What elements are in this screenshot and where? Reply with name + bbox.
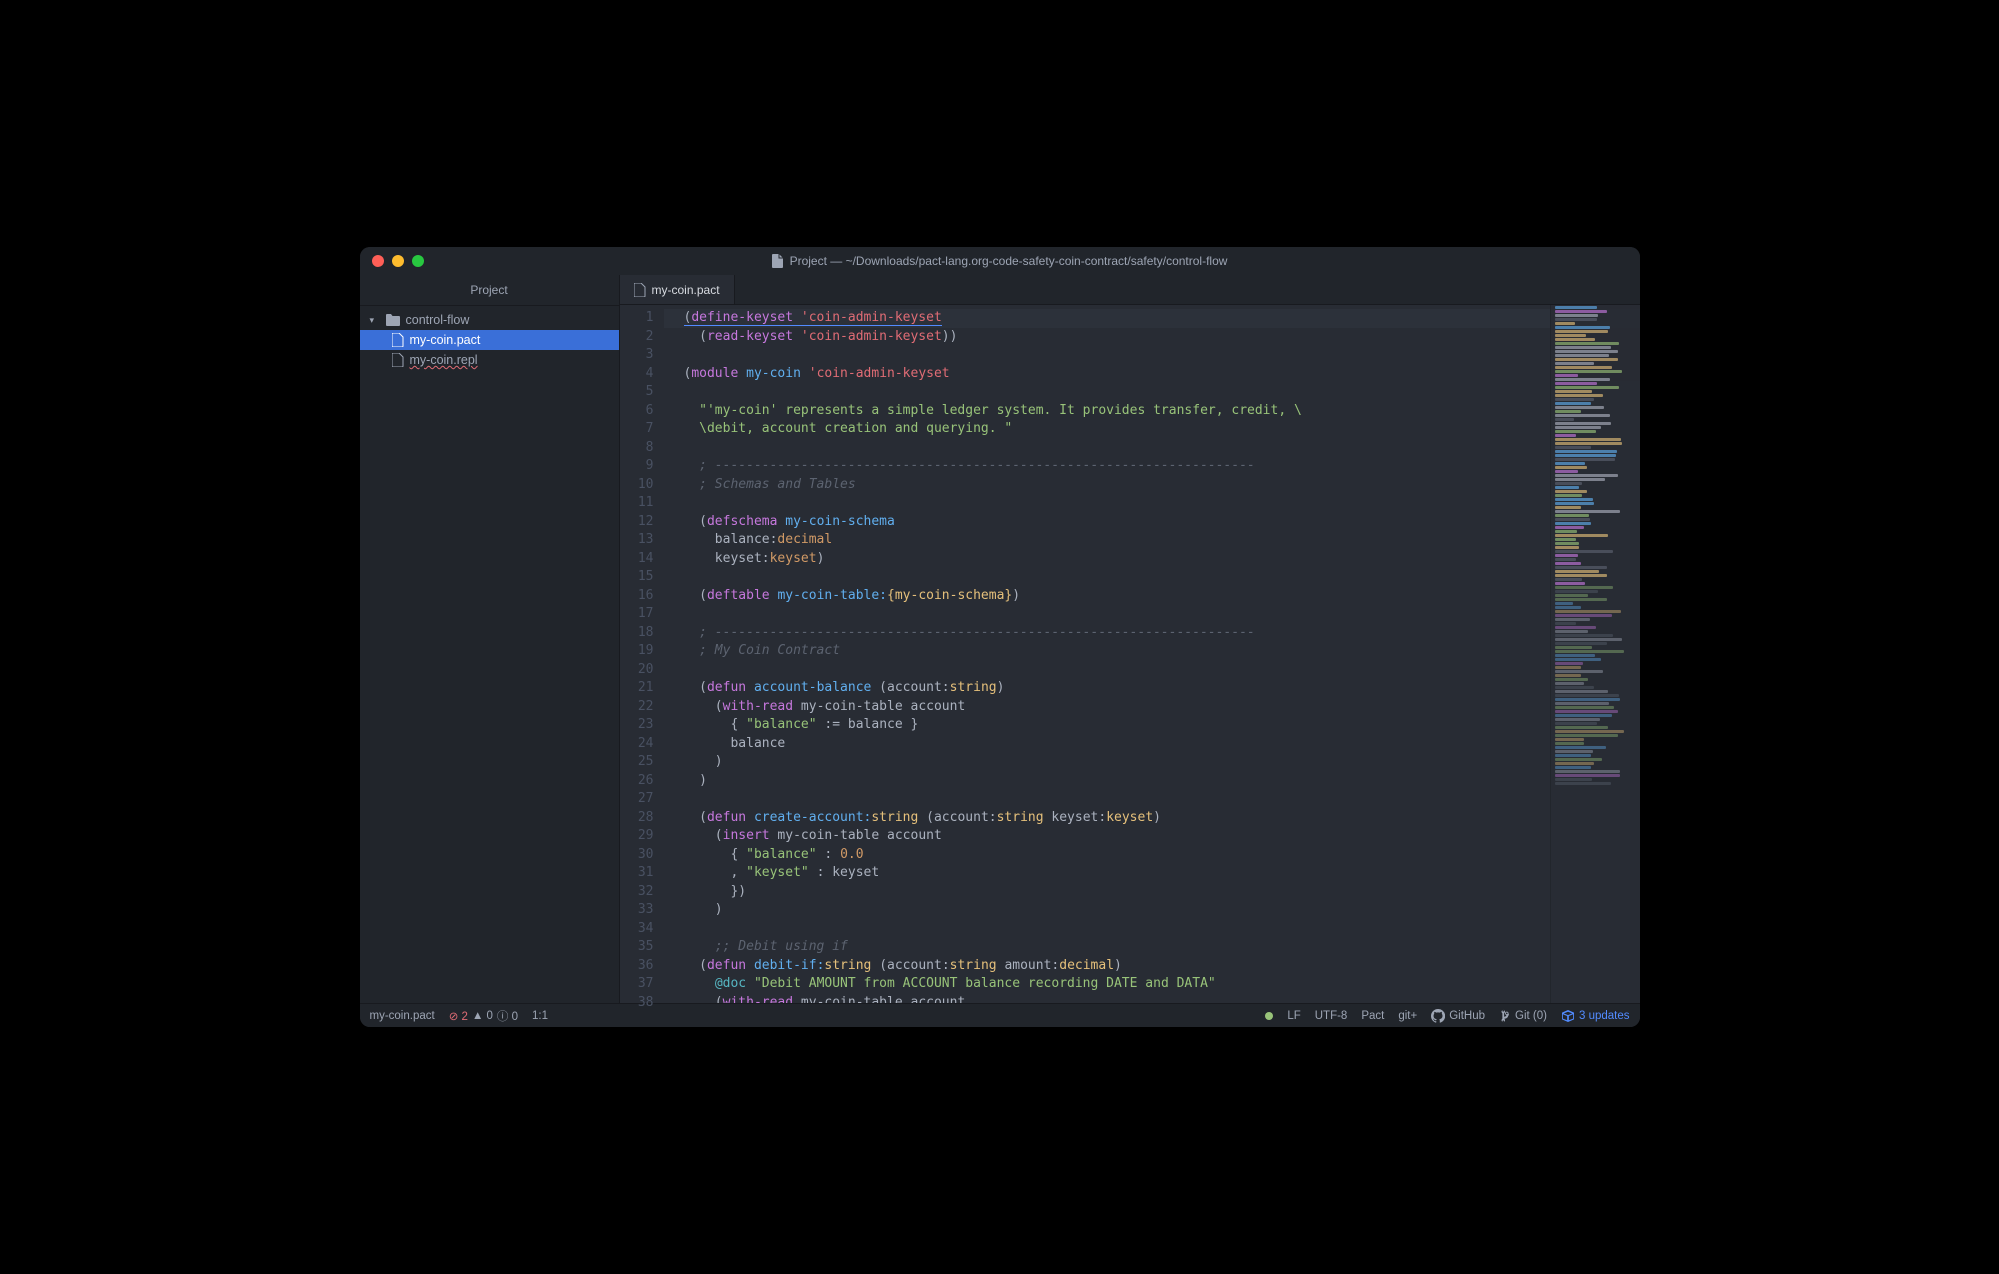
code-content[interactable]: (define-keyset 'coin-admin-keyset (read-… bbox=[664, 305, 1640, 1003]
tree-folder-root[interactable]: ▾ control-flow bbox=[360, 310, 619, 330]
folder-label: control-flow bbox=[406, 313, 470, 327]
editor-body[interactable]: 1234567891011121314151617181920212223242… bbox=[620, 305, 1640, 1003]
file-tree: ▾ control-flow my-coin.pact my-coin.repl bbox=[360, 306, 619, 370]
sidebar: Project ▾ control-flow my-coin.pact my-co… bbox=[360, 275, 620, 1003]
status-line-ending[interactable]: LF bbox=[1287, 1010, 1300, 1022]
tab-bar: my-coin.pact bbox=[620, 275, 1640, 305]
status-encoding[interactable]: UTF-8 bbox=[1315, 1010, 1348, 1022]
tab-my-coin-pact[interactable]: my-coin.pact bbox=[620, 275, 735, 304]
gutter: 1234567891011121314151617181920212223242… bbox=[620, 305, 664, 1003]
window-controls bbox=[360, 255, 424, 267]
tree-file[interactable]: my-coin.repl bbox=[360, 350, 619, 370]
status-language[interactable]: Pact bbox=[1361, 1010, 1384, 1022]
maximize-icon[interactable] bbox=[412, 255, 424, 267]
main-area: Project ▾ control-flow my-coin.pactmy-co… bbox=[360, 275, 1640, 1003]
file-label: my-coin.repl bbox=[410, 353, 478, 367]
statusbar: my-coin.pact ⊘ 2 ▲ 0 ⓘ 0 1:1 LF UTF-8 Pa… bbox=[360, 1003, 1640, 1027]
sidebar-header: Project bbox=[360, 275, 619, 306]
status-health[interactable] bbox=[1265, 1012, 1273, 1020]
github-icon bbox=[1431, 1009, 1445, 1023]
file-label: my-coin.pact bbox=[410, 333, 481, 347]
folder-icon bbox=[386, 314, 400, 326]
file-icon bbox=[392, 353, 404, 367]
close-icon[interactable] bbox=[372, 255, 384, 267]
tab-label: my-coin.pact bbox=[652, 283, 720, 297]
status-git-status[interactable]: git+ bbox=[1398, 1010, 1417, 1022]
minimap[interactable] bbox=[1550, 305, 1640, 1003]
status-git-branch[interactable]: Git (0) bbox=[1499, 1009, 1547, 1023]
file-icon bbox=[772, 254, 784, 268]
package-icon bbox=[1561, 1010, 1575, 1022]
status-filename[interactable]: my-coin.pact bbox=[370, 1010, 435, 1022]
editor-area: my-coin.pact 123456789101112131415161718… bbox=[620, 275, 1640, 1003]
status-updates[interactable]: 3 updates bbox=[1561, 1010, 1630, 1022]
minimize-icon[interactable] bbox=[392, 255, 404, 267]
status-diagnostics[interactable]: ⊘ 2 ▲ 0 ⓘ 0 bbox=[449, 1008, 518, 1024]
window-title: Project — ~/Downloads/pact-lang.org-code… bbox=[360, 254, 1640, 268]
file-icon bbox=[634, 283, 646, 297]
chevron-down-icon: ▾ bbox=[370, 315, 380, 326]
file-icon bbox=[392, 333, 404, 347]
titlebar[interactable]: Project — ~/Downloads/pact-lang.org-code… bbox=[360, 247, 1640, 275]
tree-file[interactable]: my-coin.pact bbox=[360, 330, 619, 350]
status-github[interactable]: GitHub bbox=[1431, 1009, 1485, 1023]
editor-window: Project — ~/Downloads/pact-lang.org-code… bbox=[360, 247, 1640, 1027]
git-branch-icon bbox=[1499, 1009, 1511, 1023]
status-cursor[interactable]: 1:1 bbox=[532, 1010, 548, 1022]
